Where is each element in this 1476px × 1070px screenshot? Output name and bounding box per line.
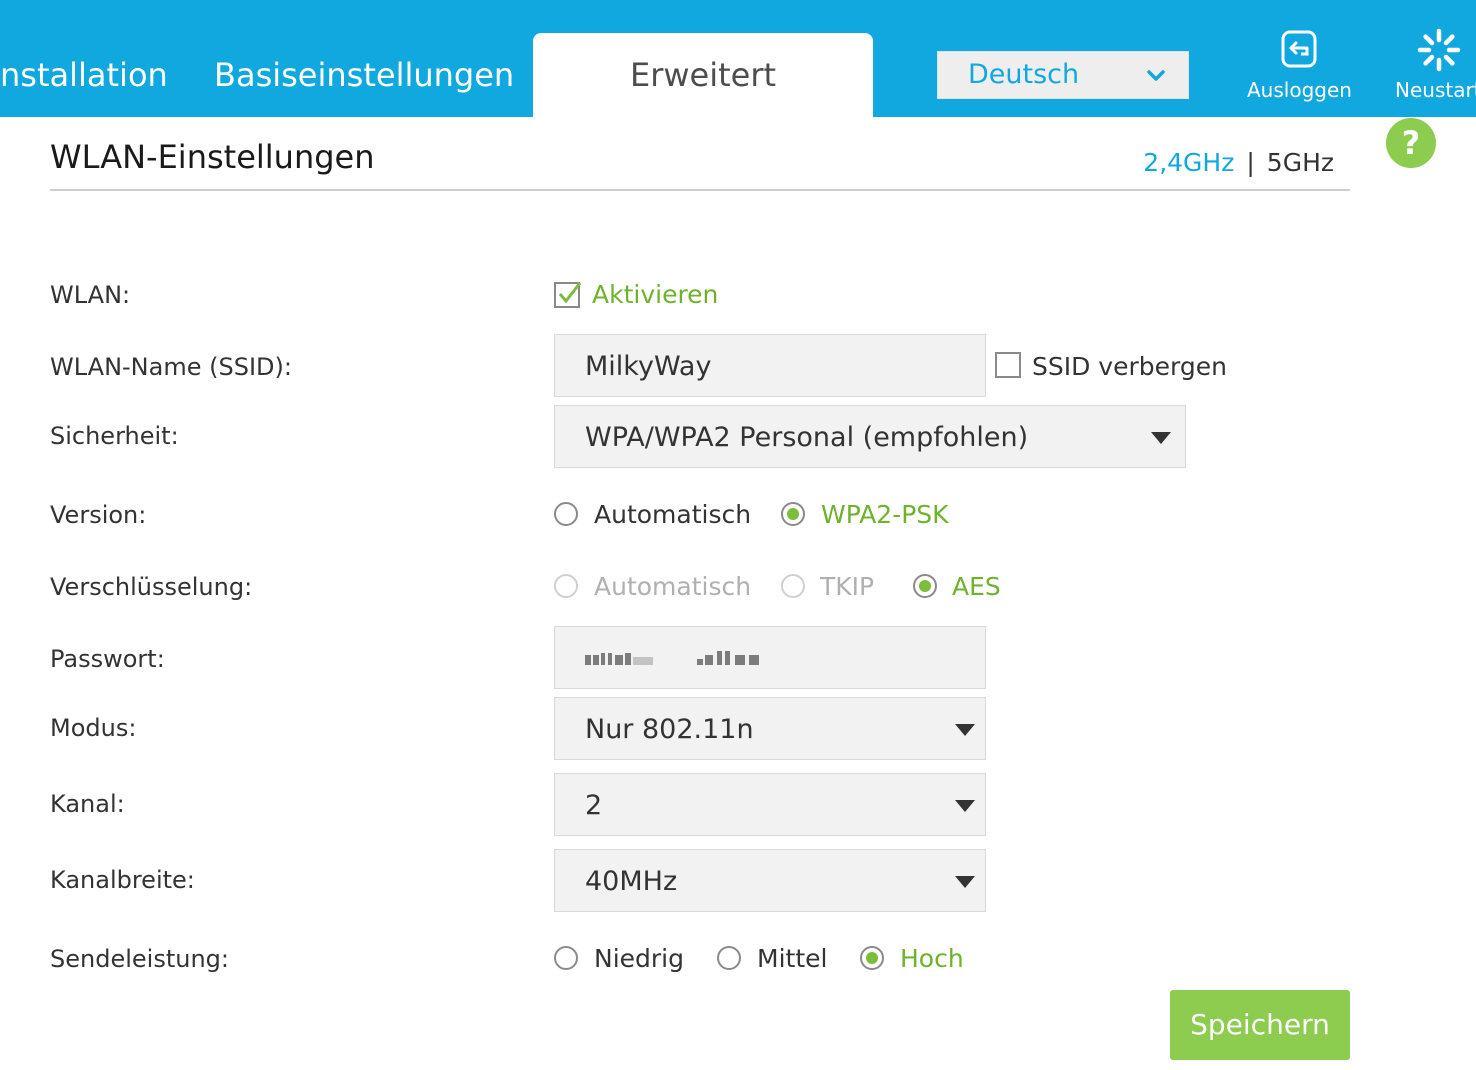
tx-power-low-radio[interactable] [554, 946, 578, 970]
tab-installation[interactable]: nstallation [0, 56, 168, 94]
band-5ghz-link[interactable]: 5GHz [1267, 148, 1334, 177]
wlan-label: WLAN: [50, 281, 131, 309]
restart-button[interactable]: Neustart [1395, 28, 1476, 102]
blurred-password-mask [585, 651, 759, 665]
version-label: Version: [50, 501, 147, 529]
version-auto-radio[interactable] [554, 502, 578, 526]
wlan-enable-checkbox[interactable] [554, 280, 582, 308]
mode-label: Modus: [50, 714, 137, 742]
encryption-auto-label: Automatisch [594, 572, 752, 601]
password-input[interactable] [554, 626, 986, 689]
hide-ssid-label[interactable]: SSID verbergen [1032, 352, 1227, 381]
password-label: Passwort: [50, 645, 165, 673]
channel-label: Kanal: [50, 790, 125, 818]
restart-spinner-icon [1417, 28, 1461, 72]
channel-select[interactable]: 2 [554, 773, 986, 836]
mode-select[interactable]: Nur 802.11n [554, 697, 986, 760]
top-navigation-bar: nstallation Basiseinstellungen Erweitert… [0, 0, 1476, 117]
bandwidth-label: Kanalbreite: [50, 866, 195, 894]
logout-label: Ausloggen [1247, 78, 1352, 102]
save-button[interactable]: Speichern [1170, 990, 1350, 1060]
tx-power-high-radio[interactable] [860, 946, 884, 970]
channel-value: 2 [585, 790, 603, 821]
tx-power-label: Sendeleistung: [50, 945, 229, 973]
hide-ssid-checkbox[interactable] [995, 352, 1021, 378]
encryption-aes-label[interactable]: AES [952, 572, 1001, 601]
version-auto-label[interactable]: Automatisch [594, 500, 751, 529]
band-separator: | [1246, 148, 1255, 177]
tx-power-medium-radio[interactable] [717, 946, 741, 970]
bandwidth-select[interactable]: 40MHz [554, 849, 986, 912]
bandwidth-value: 40MHz [585, 866, 678, 897]
version-wpa2-label[interactable]: WPA2-PSK [821, 500, 949, 529]
security-value: WPA/WPA2 Personal (empfohlen) [585, 422, 1029, 453]
encryption-auto-radio [554, 574, 578, 598]
caret-down-icon [955, 800, 975, 812]
band-switcher: 2,4GHz | 5GHz [1143, 148, 1334, 177]
caret-down-icon [1151, 432, 1171, 444]
tx-power-low-label[interactable]: Niedrig [594, 944, 684, 973]
band-24ghz-link[interactable]: 2,4GHz [1143, 148, 1234, 177]
tab-erweitert-label: Erweitert [629, 56, 777, 94]
encryption-label: Verschlüsselung: [50, 573, 253, 601]
logout-button[interactable]: Ausloggen [1247, 28, 1352, 102]
encryption-aes-radio[interactable] [913, 574, 937, 598]
tx-power-medium-label[interactable]: Mittel [757, 944, 827, 973]
header-divider [50, 189, 1350, 191]
caret-down-icon [955, 876, 975, 888]
restart-label: Neustart [1395, 78, 1476, 102]
wlan-enable-label[interactable]: Aktivieren [592, 280, 718, 309]
caret-down-icon [955, 724, 975, 736]
mode-value: Nur 802.11n [585, 714, 754, 745]
encryption-tkip-label: TKIP [820, 572, 875, 601]
security-label: Sicherheit: [50, 422, 179, 450]
logout-icon [1281, 30, 1317, 68]
language-select[interactable]: Deutsch [937, 51, 1189, 99]
security-select[interactable]: WPA/WPA2 Personal (empfohlen) [554, 405, 1186, 468]
ssid-input[interactable]: MilkyWay [554, 334, 986, 397]
ssid-label: WLAN-Name (SSID): [50, 353, 292, 381]
tab-erweitert[interactable]: Erweitert [533, 33, 873, 117]
ssid-value: MilkyWay [585, 351, 712, 382]
chevron-down-icon [1147, 70, 1165, 81]
tab-basiseinstellungen[interactable]: Basiseinstellungen [214, 56, 514, 94]
version-wpa2-radio[interactable] [781, 502, 805, 526]
tx-power-high-label[interactable]: Hoch [900, 944, 964, 973]
page-title: WLAN-Einstellungen [50, 138, 375, 176]
help-button[interactable]: ? [1386, 118, 1436, 168]
encryption-tkip-radio [781, 574, 805, 598]
language-value: Deutsch [968, 59, 1080, 90]
